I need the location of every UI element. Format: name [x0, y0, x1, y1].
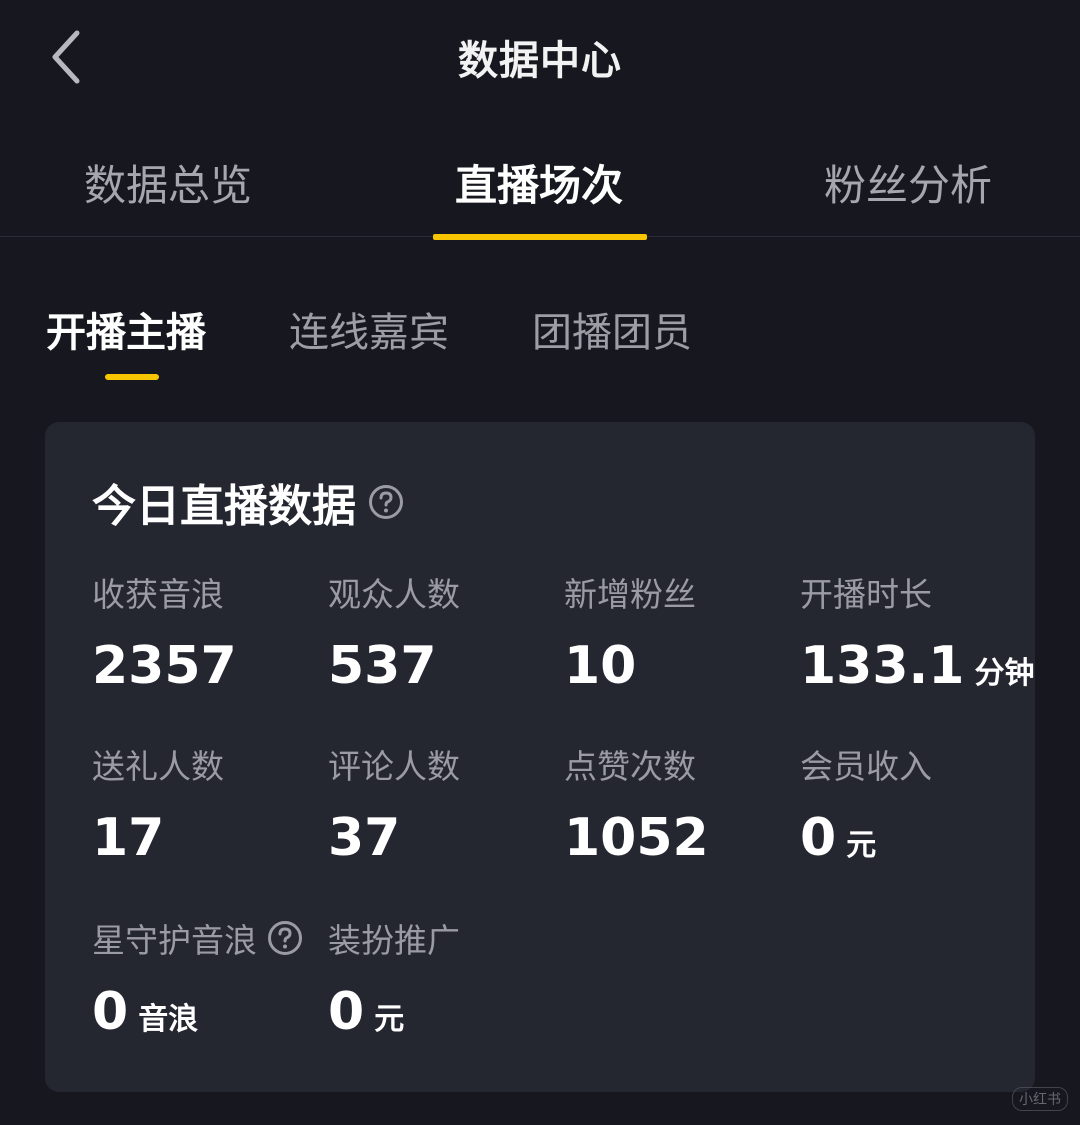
metric-likes: 点赞次数 1052: [564, 742, 800, 868]
metric-value: 2357: [92, 636, 237, 696]
metric-unit: 音浪: [138, 1002, 199, 1037]
metric-live-duration: 开播时长 133.1 分钟: [800, 570, 1036, 696]
data-center-screen: 数据中心 数据总览 直播场次 粉丝分析 开播主播 连线嘉宾 团播团员 今日直播数…: [0, 0, 1080, 1125]
metric-commenters: 评论人数 37: [328, 742, 564, 868]
metric-value: 37: [328, 808, 401, 868]
tab-live-sessions[interactable]: 直播场次: [455, 152, 623, 213]
metric-new-fans: 新增粉丝 10: [564, 570, 800, 696]
active-subtab-indicator: [105, 374, 159, 380]
metric-label: 新增粉丝: [564, 575, 696, 614]
metric-unit: 分钟: [974, 656, 1035, 691]
metric-member-income: 会员收入 0 元: [800, 742, 1036, 868]
metric-value: 10: [564, 636, 637, 696]
metric-label: 会员收入: [800, 747, 932, 786]
metric-label: 装扮推广: [328, 921, 460, 960]
metric-value: 0: [92, 982, 129, 1042]
active-tab-indicator: [433, 234, 647, 240]
metric-label: 收获音浪: [92, 575, 224, 614]
metric-value: 0: [328, 982, 365, 1042]
metric-label: 评论人数: [328, 747, 460, 786]
metric-label: 观众人数: [328, 575, 460, 614]
subtab-host[interactable]: 开播主播: [46, 300, 206, 358]
subtab-guest[interactable]: 连线嘉宾: [289, 300, 449, 358]
help-icon[interactable]: [267, 920, 303, 956]
help-icon[interactable]: [368, 484, 404, 520]
metric-gift-senders: 送礼人数 17: [92, 742, 328, 868]
main-tabs: 数据总览 直播场次 粉丝分析: [0, 140, 1080, 240]
metric-label-row: 星守护音浪: [92, 916, 328, 960]
metric-label: 星守护音浪: [92, 921, 257, 960]
sub-tabs: 开播主播 连线嘉宾 团播团员: [0, 300, 1080, 390]
watermark-logo: 小红书: [1012, 1087, 1068, 1111]
metric-outfit-promotion: 装扮推广 0 元: [328, 916, 564, 1042]
metric-value: 17: [92, 808, 165, 868]
metric-label: 开播时长: [800, 575, 932, 614]
page-title: 数据中心: [458, 38, 622, 84]
metric-star-guard: 星守护音浪 0 音浪: [92, 916, 328, 1042]
subtab-group-member[interactable]: 团播团员: [532, 300, 692, 358]
card-header: 今日直播数据: [92, 474, 404, 532]
metric-unit: 元: [374, 1002, 405, 1037]
metric-value: 0: [800, 808, 837, 868]
today-live-data-card: 今日直播数据 收获音浪 2357 观众人数 537 新增粉丝 10 开播时长 1…: [45, 422, 1035, 1092]
metric-value: 537: [328, 636, 437, 696]
card-title: 今日直播数据: [92, 481, 356, 532]
metric-value: 1052: [564, 808, 709, 868]
tab-overview[interactable]: 数据总览: [84, 152, 252, 213]
metric-label: 送礼人数: [92, 747, 224, 786]
metric-value: 133.1: [800, 636, 965, 696]
metric-audience: 观众人数 537: [328, 570, 564, 696]
tab-fan-analysis[interactable]: 粉丝分析: [824, 152, 992, 213]
metric-unit: 元: [846, 828, 877, 863]
metric-label: 点赞次数: [564, 747, 696, 786]
header: 数据中心: [0, 0, 1080, 115]
metric-sound-waves: 收获音浪 2357: [92, 570, 328, 696]
